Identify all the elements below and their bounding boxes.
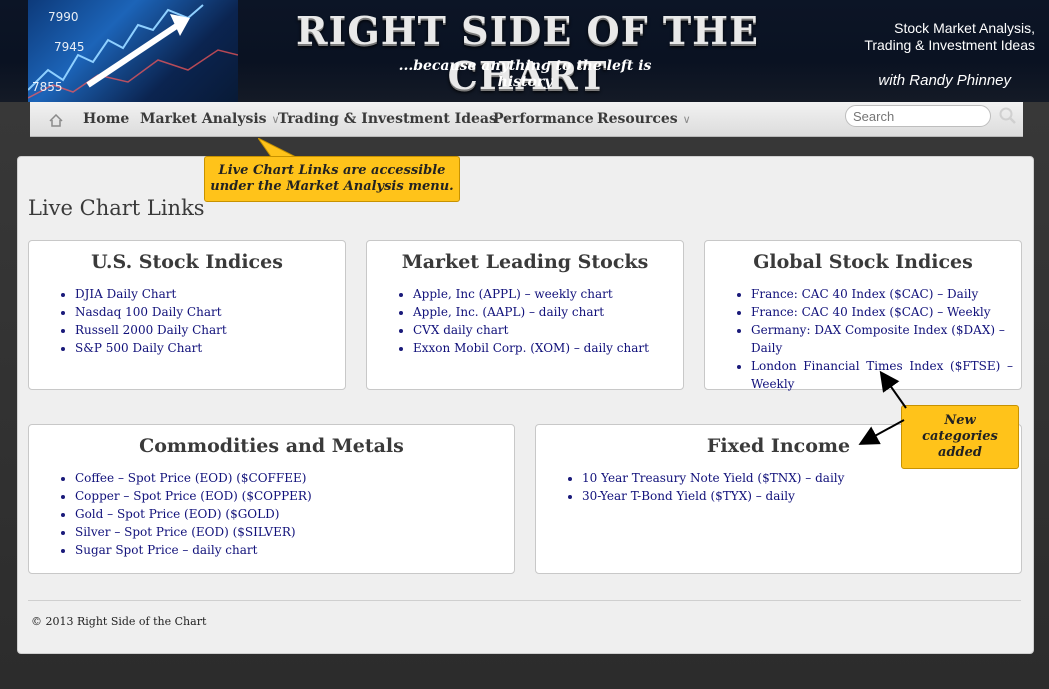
annotation-arrows — [858, 370, 907, 445]
